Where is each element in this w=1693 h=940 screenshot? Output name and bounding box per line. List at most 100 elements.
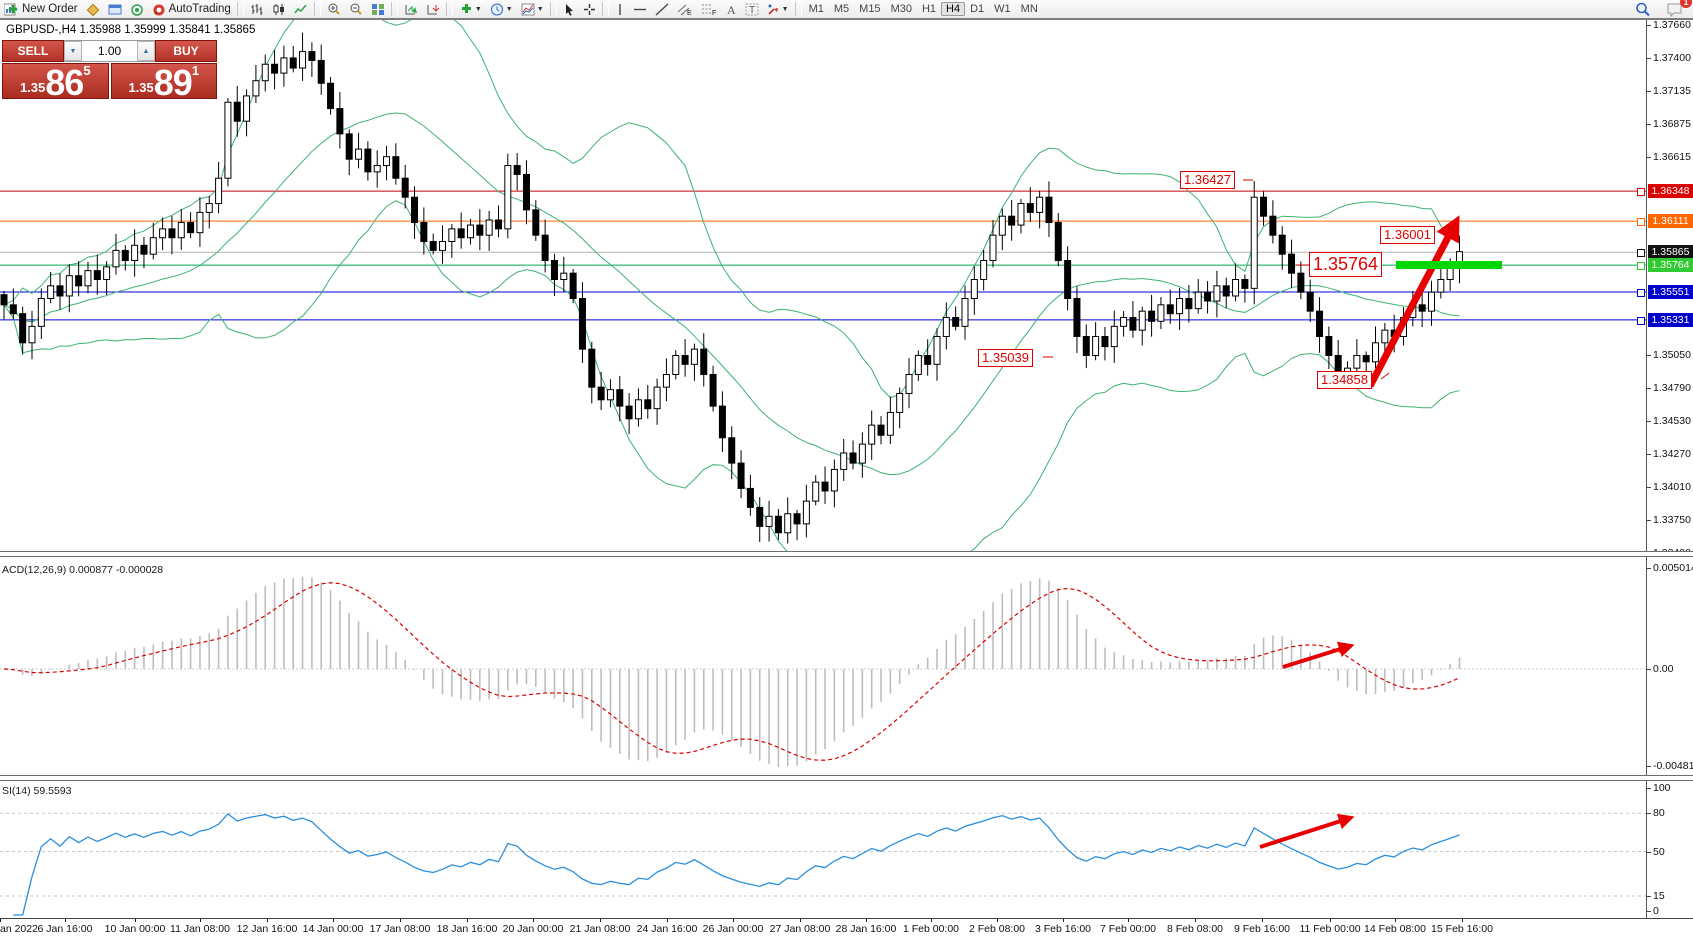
auto-scroll-icon[interactable] — [401, 1, 421, 17]
line-chart-icon[interactable] — [291, 1, 311, 17]
vertical-line-icon[interactable] — [612, 1, 628, 17]
equidistant-channel-icon[interactable]: E — [674, 1, 696, 17]
chart-ohlc-title: GBPUSD-,H4 1.35988 1.35999 1.35841 1.358… — [6, 24, 255, 36]
time-axis-tick — [65, 919, 66, 922]
sell-price-main: 86 — [45, 68, 83, 98]
buy-price[interactable]: 1.35 89 1 — [111, 63, 218, 99]
tile-windows-icon[interactable] — [368, 1, 388, 17]
axis-tick — [1646, 58, 1651, 59]
timeframe-button-M5[interactable]: M5 — [829, 3, 854, 15]
rsi-panel-separator[interactable] — [0, 775, 1693, 781]
buy-button[interactable]: BUY — [155, 40, 217, 62]
time-axis-tick — [667, 919, 668, 922]
time-axis-tick — [1195, 919, 1196, 922]
axis-tick — [1646, 520, 1651, 521]
time-axis-label: 20 Jan 00:00 — [503, 923, 564, 935]
main-chart-canvas[interactable] — [0, 18, 1646, 551]
search-icon[interactable] — [1632, 1, 1654, 17]
timeframe-button-M1[interactable]: M1 — [804, 3, 829, 15]
zoom-in-icon[interactable] — [324, 1, 344, 17]
text-icon[interactable]: A — [722, 1, 740, 17]
price-level-badge: 1.36111 — [1648, 214, 1693, 228]
timeframe-button-D1[interactable]: D1 — [965, 3, 989, 15]
price-tick-label: 1.37400 — [1653, 52, 1693, 64]
macd-panel-separator[interactable] — [0, 551, 1693, 557]
macd-indicator-label: ACD(12,26,9) 0.000877 -0.000028 — [2, 564, 163, 576]
indicators-icon[interactable]: ▼ — [456, 1, 485, 17]
arrows-tool-icon[interactable]: ▼ — [764, 1, 792, 17]
zoom-out-icon[interactable] — [346, 1, 366, 17]
volume-input[interactable] — [82, 41, 137, 61]
autotrading-icon — [152, 3, 166, 16]
timeframe-button-H1[interactable]: H1 — [917, 3, 941, 15]
autotrading-button[interactable]: AutoTrading — [149, 1, 234, 17]
toolbar-separator — [314, 2, 321, 16]
chart-shift-icon[interactable] — [423, 1, 443, 17]
trendline-icon[interactable] — [652, 1, 672, 17]
macd-tick-label: 0.00 — [1653, 663, 1693, 675]
price-level-badge: 1.35764 — [1648, 258, 1693, 272]
support-highlight-bar[interactable] — [1396, 261, 1502, 269]
axis-tick — [1646, 355, 1651, 356]
timeframe-button-M15[interactable]: M15 — [854, 3, 885, 15]
sell-price[interactable]: 1.35 86 5 — [2, 63, 109, 99]
macd-tick-label: -0.004812 — [1653, 760, 1693, 772]
chat-badge: 1 — [1680, 0, 1692, 8]
time-axis-label: 10 Jan 00:00 — [105, 923, 166, 935]
timeframe-button-W1[interactable]: W1 — [989, 3, 1016, 15]
toolbar-separator — [795, 2, 802, 16]
time-axis[interactable]: an 20226 Jan 16:0010 Jan 00:0011 Jan 08:… — [0, 918, 1693, 940]
line-end-marker — [1637, 188, 1645, 196]
fibo-letter: F — [712, 10, 716, 16]
axis-tick — [1646, 788, 1651, 789]
volume-decrease-button[interactable]: ▼ — [64, 41, 82, 61]
new-order-button[interactable]: New Order — [1, 1, 81, 17]
axis-tick — [1646, 766, 1651, 767]
cursor-icon[interactable] — [560, 1, 578, 17]
crosshair-icon[interactable] — [580, 1, 599, 17]
price-annotation-label[interactable]: 1.34858 — [1317, 371, 1372, 389]
axis-tick — [1646, 388, 1651, 389]
axis-tick — [1646, 669, 1651, 670]
timeframe-button-H4[interactable]: H4 — [941, 2, 965, 16]
time-axis-label: 27 Jan 08:00 — [770, 923, 831, 935]
time-axis-label: 24 Jan 16:00 — [637, 923, 698, 935]
channel-letter: E — [687, 10, 692, 16]
bar-chart-icon[interactable] — [247, 1, 267, 17]
price-annotation-label[interactable]: 1.36001 — [1380, 226, 1435, 244]
sound-icon[interactable] — [127, 1, 147, 17]
axis-tick — [1646, 911, 1651, 912]
candlestick-icon[interactable] — [269, 1, 289, 17]
time-axis-label: 2 Feb 08:00 — [969, 923, 1025, 935]
time-axis-tick — [1262, 919, 1263, 922]
price-annotation-label[interactable]: 1.35764 — [1309, 252, 1382, 277]
rsi-tick-label: 80 — [1653, 807, 1693, 819]
price-annotation-label[interactable]: 1.36427 — [1180, 171, 1235, 189]
chat-icon[interactable]: 1 — [1663, 1, 1686, 17]
price-level-badge: 1.35331 — [1648, 313, 1693, 327]
price-tick-label: 1.37135 — [1653, 85, 1693, 97]
new-order-icon — [4, 3, 19, 16]
fibonacci-icon[interactable]: F — [698, 1, 720, 17]
time-axis-tick — [400, 919, 401, 922]
line-end-marker — [1637, 317, 1645, 325]
toolbar-separator — [446, 2, 453, 16]
timeframe-button-MN[interactable]: MN — [1016, 3, 1043, 15]
text-label-icon[interactable]: T — [742, 1, 762, 17]
volume-increase-button[interactable]: ▲ — [137, 41, 155, 61]
macd-panel-canvas[interactable] — [0, 556, 1646, 771]
axis-tick — [1646, 813, 1651, 814]
data-window-icon[interactable] — [105, 1, 125, 17]
timeframe-button-M30[interactable]: M30 — [886, 3, 917, 15]
sell-button[interactable]: SELL — [2, 40, 64, 62]
rsi-tick-label: 15 — [1653, 890, 1693, 902]
axis-tick — [1646, 91, 1651, 92]
periods-icon[interactable]: ▼ — [487, 1, 516, 17]
sell-price-prefix: 1.35 — [20, 78, 45, 98]
price-annotation-label[interactable]: 1.35039 — [978, 349, 1033, 367]
rsi-panel-canvas[interactable] — [0, 780, 1646, 918]
horizontal-line-icon[interactable] — [630, 1, 650, 17]
templates-icon[interactable]: ▼ — [518, 1, 547, 17]
time-axis-label: 3 Feb 16:00 — [1035, 923, 1091, 935]
profiles-icon[interactable] — [83, 1, 103, 17]
